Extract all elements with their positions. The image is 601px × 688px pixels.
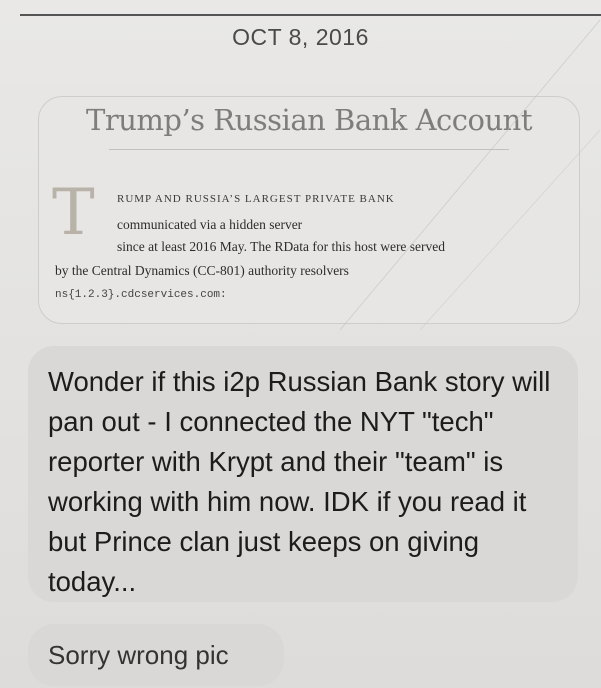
- article-dropcap: T: [52, 176, 95, 250]
- message-bubble[interactable]: Wonder if this i2p Russian Bank story wi…: [28, 346, 578, 602]
- article-lede-line: communicated via a hidden server: [117, 217, 303, 232]
- link-preview-card[interactable]: Trump’s Russian Bank Account T RUMP AND …: [38, 96, 580, 324]
- message-bubble[interactable]: Sorry wrong pic: [28, 624, 284, 686]
- message-timestamp: OCT 8, 2016: [232, 24, 369, 50]
- article-lede-line: since at least 2016 May. The RData for t…: [117, 239, 446, 254]
- article-lede-line: by the Central Dynamics (CC-801) authori…: [55, 263, 349, 278]
- divider: [20, 14, 601, 16]
- divider: [109, 149, 509, 150]
- message-thread: OCT 8, 2016 Trump’s Russian Bank Account…: [0, 0, 601, 688]
- article-lede-line: RUMP AND RUSSIA’S LARGEST PRIVATE BANK: [117, 193, 395, 205]
- article-title: Trump’s Russian Bank Account: [86, 103, 532, 137]
- article-host: ns{1.2.3}.cdcservices.com:: [55, 289, 227, 301]
